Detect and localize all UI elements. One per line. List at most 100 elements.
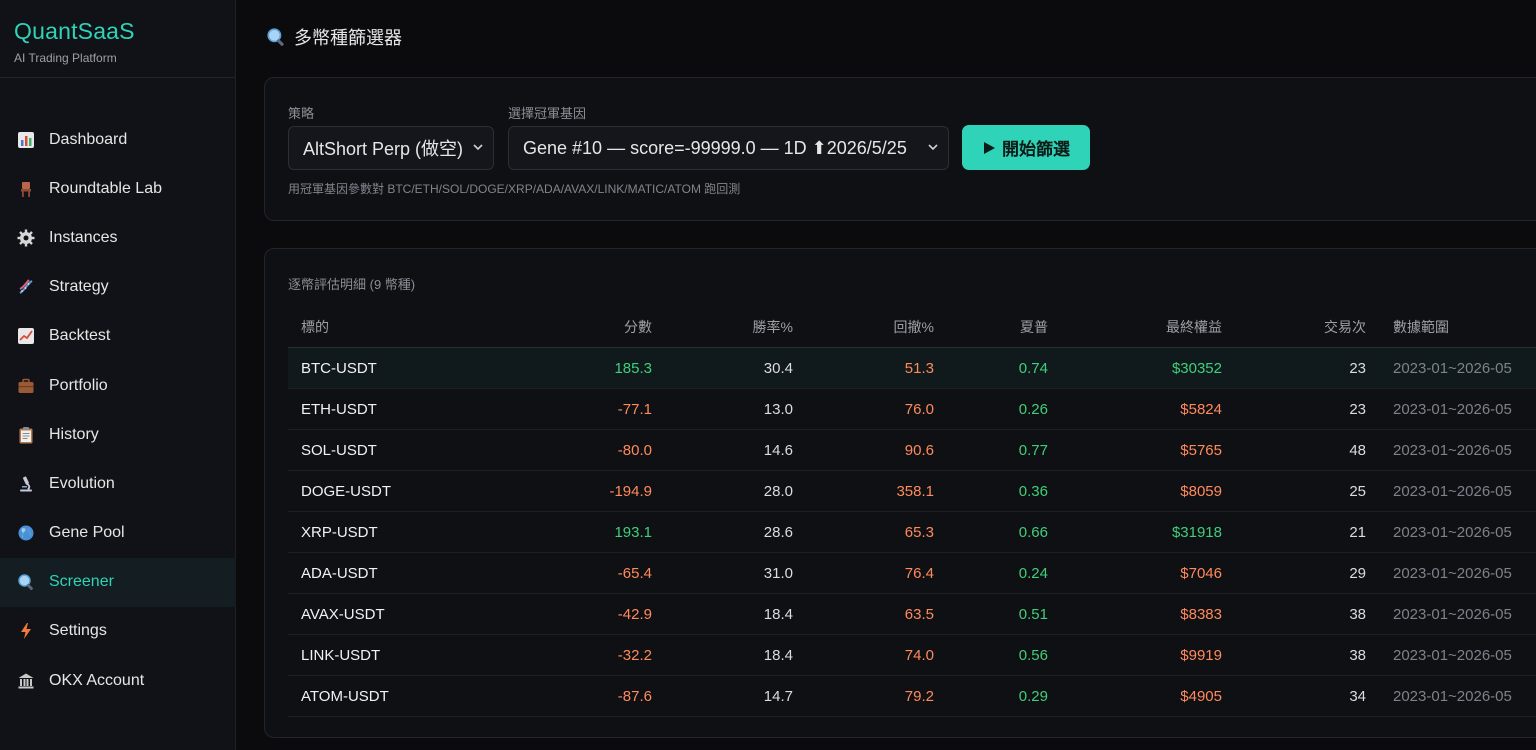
- lightning-icon: [16, 621, 36, 641]
- sidebar-item-evolution[interactable]: Evolution: [0, 459, 236, 508]
- cell-range: 2023-01~2026-05: [1366, 593, 1536, 635]
- column-header-equity[interactable]: 最終權益: [1048, 307, 1222, 348]
- sidebar-item-label: Gene Pool: [49, 524, 125, 542]
- sidebar-item-backtest[interactable]: Backtest: [0, 312, 236, 361]
- cell-equity: $9919: [1048, 634, 1222, 676]
- cell-score: -77.1: [488, 388, 652, 430]
- chair-icon: [16, 179, 36, 199]
- cell-drawdown: 90.6: [793, 429, 934, 471]
- strategy-select[interactable]: AltShort Perp (做空): [288, 126, 494, 170]
- cell-symbol: LINK-USDT: [288, 634, 488, 676]
- table-row[interactable]: ATOM-USDT -87.6 14.7 79.2 0.29 $4905 34 …: [288, 675, 1536, 717]
- cell-score: 185.3: [488, 347, 652, 389]
- sidebar-item-settings[interactable]: Settings: [0, 607, 236, 656]
- cell-drawdown: 76.4: [793, 552, 934, 594]
- cell-trades: 38: [1222, 634, 1366, 676]
- sidebar-item-label: Evolution: [49, 474, 115, 492]
- sidebar-item-history[interactable]: History: [0, 410, 236, 459]
- table-row[interactable]: ADA-USDT -65.4 31.0 76.4 0.24 $7046 29 2…: [288, 552, 1536, 594]
- cell-drawdown: 51.3: [793, 347, 934, 389]
- table-row[interactable]: XRP-USDT 193.1 28.6 65.3 0.66 $31918 21 …: [288, 511, 1536, 553]
- sidebar-item-roundtable-lab[interactable]: Roundtable Lab: [0, 164, 236, 213]
- cell-equity: $5824: [1048, 388, 1222, 430]
- cell-symbol: AVAX-USDT: [288, 593, 488, 635]
- cell-sharpe: 0.56: [934, 634, 1048, 676]
- dna-icon: [16, 277, 36, 297]
- results-panel: 逐幣評估明細 (9 幣種) 標的 分數 勝率% 回撤% 夏普 最終權益 交易次 …: [264, 248, 1536, 738]
- cell-winrate: 14.6: [652, 429, 793, 471]
- sidebar: QuantSaaS AI Trading Platform Dashboard …: [0, 0, 236, 750]
- globe-icon: [16, 523, 36, 543]
- cell-sharpe: 0.66: [934, 511, 1048, 553]
- sidebar-item-gene-pool[interactable]: Gene Pool: [0, 509, 236, 558]
- cell-sharpe: 0.51: [934, 593, 1048, 635]
- chevron-down-icon: [928, 144, 938, 151]
- screener-hint: 用冠軍基因參數對 BTC/ETH/SOL/DOGE/XRP/ADA/AVAX/L…: [288, 182, 741, 196]
- magnifier-icon: [266, 27, 286, 47]
- table-header-row: 標的 分數 勝率% 回撤% 夏普 最終權益 交易次 數據範圍: [288, 307, 1536, 348]
- sidebar-item-label: Strategy: [49, 278, 109, 296]
- page-header: 多幣種篩選器: [266, 24, 402, 50]
- sidebar-item-label: Portfolio: [49, 376, 108, 394]
- table-row[interactable]: LINK-USDT -32.2 18.4 74.0 0.56 $9919 38 …: [288, 634, 1536, 676]
- cell-symbol: ETH-USDT: [288, 388, 488, 430]
- cell-trades: 38: [1222, 593, 1366, 635]
- column-header-winrate[interactable]: 勝率%: [652, 307, 793, 348]
- sidebar-item-strategy[interactable]: Strategy: [0, 263, 236, 312]
- sidebar-item-okx-account[interactable]: OKX Account: [0, 656, 236, 705]
- cell-sharpe: 0.29: [934, 675, 1048, 717]
- gene-select-value: Gene #10 — score=-99999.0 — 1D ⬆2026/5/2…: [523, 137, 907, 158]
- table-row[interactable]: BTC-USDT 185.3 30.4 51.3 0.74 $30352 23 …: [288, 347, 1536, 389]
- play-icon: [984, 141, 995, 154]
- sidebar-item-dashboard[interactable]: Dashboard: [0, 115, 236, 164]
- start-screening-button[interactable]: 開始篩選: [962, 125, 1090, 170]
- cell-equity: $7046: [1048, 552, 1222, 594]
- column-header-trades[interactable]: 交易次: [1222, 307, 1366, 348]
- table-row[interactable]: DOGE-USDT -194.9 28.0 358.1 0.36 $8059 2…: [288, 470, 1536, 512]
- cell-winrate: 18.4: [652, 593, 793, 635]
- sidebar-item-instances[interactable]: Instances: [0, 213, 236, 262]
- column-header-symbol[interactable]: 標的: [288, 307, 488, 348]
- cell-drawdown: 74.0: [793, 634, 934, 676]
- clipboard-icon: [16, 425, 36, 445]
- cell-symbol: SOL-USDT: [288, 429, 488, 471]
- cell-sharpe: 0.36: [934, 470, 1048, 512]
- page-title: 多幣種篩選器: [294, 28, 402, 48]
- cell-drawdown: 63.5: [793, 593, 934, 635]
- cell-range: 2023-01~2026-05: [1366, 388, 1536, 430]
- line-chart-icon: [16, 326, 36, 346]
- table-row[interactable]: ETH-USDT -77.1 13.0 76.0 0.26 $5824 23 2…: [288, 388, 1536, 430]
- cell-score: -32.2: [488, 634, 652, 676]
- cell-trades: 21: [1222, 511, 1366, 553]
- sidebar-item-label: Roundtable Lab: [49, 179, 162, 197]
- cell-range: 2023-01~2026-05: [1366, 347, 1536, 389]
- cell-range: 2023-01~2026-05: [1366, 552, 1536, 594]
- sidebar-item-screener[interactable]: Screener: [0, 557, 236, 607]
- gene-select[interactable]: Gene #10 — score=-99999.0 — 1D ⬆2026/5/2…: [508, 126, 949, 170]
- app-title[interactable]: QuantSaaS: [14, 18, 221, 45]
- column-header-drawdown[interactable]: 回撤%: [793, 307, 934, 348]
- cell-sharpe: 0.24: [934, 552, 1048, 594]
- results-table: 標的 分數 勝率% 回撤% 夏普 最終權益 交易次 數據範圍 BTC-USDT …: [288, 307, 1536, 717]
- app-subtitle: AI Trading Platform: [14, 51, 117, 65]
- cell-range: 2023-01~2026-05: [1366, 511, 1536, 553]
- cell-equity: $8059: [1048, 470, 1222, 512]
- cell-winrate: 28.0: [652, 470, 793, 512]
- column-header-range[interactable]: 數據範圍: [1366, 307, 1536, 348]
- table-row[interactable]: SOL-USDT -80.0 14.6 90.6 0.77 $5765 48 2…: [288, 429, 1536, 471]
- sidebar-item-label: Screener: [49, 573, 114, 591]
- cell-symbol: BTC-USDT: [288, 347, 488, 389]
- sidebar-item-portfolio[interactable]: Portfolio: [0, 361, 236, 410]
- cell-score: -87.6: [488, 675, 652, 717]
- cell-drawdown: 65.3: [793, 511, 934, 553]
- cell-equity: $5765: [1048, 429, 1222, 471]
- cell-equity: $31918: [1048, 511, 1222, 553]
- brand: QuantSaaS AI Trading Platform: [0, 0, 235, 78]
- bank-icon: [16, 671, 36, 691]
- column-header-score[interactable]: 分數: [488, 307, 652, 348]
- cell-score: -65.4: [488, 552, 652, 594]
- cell-trades: 29: [1222, 552, 1366, 594]
- table-row[interactable]: AVAX-USDT -42.9 18.4 63.5 0.51 $8383 38 …: [288, 593, 1536, 635]
- results-title: 逐幣評估明細 (9 幣種): [288, 277, 416, 292]
- column-header-sharpe[interactable]: 夏普: [934, 307, 1048, 348]
